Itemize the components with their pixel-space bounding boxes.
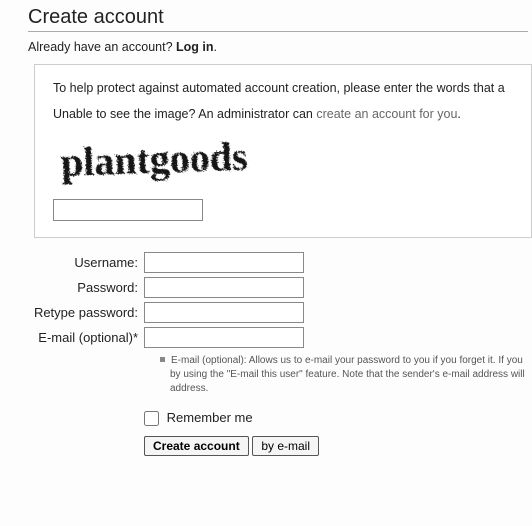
captcha-image: plantgoods [53, 133, 513, 191]
captcha-box: To help protect against automated accoun… [34, 64, 532, 238]
username-input[interactable] [144, 252, 304, 273]
page-title: Create account [28, 6, 528, 32]
password-label: Password: [28, 277, 144, 296]
already-suffix: . [214, 40, 217, 54]
email-hint-line-2: by using the "E-mail this user" feature.… [170, 368, 525, 382]
captcha-input[interactable] [53, 199, 203, 221]
remember-me-text: Remember me [167, 410, 253, 425]
password-input[interactable] [144, 277, 304, 298]
email-label: E-mail (optional)* [28, 327, 144, 346]
captcha-instruction-2: Unable to see the image? An administrato… [53, 107, 513, 121]
captcha-instruction-2-suffix: . [457, 107, 460, 121]
captcha-text: plantgoods [60, 133, 248, 184]
already-have-account: Already have an account? Log in. [28, 40, 532, 54]
by-email-button[interactable]: by e-mail [252, 436, 319, 456]
create-account-button[interactable]: Create account [144, 436, 249, 456]
email-hint-line-3: address. [170, 382, 525, 396]
admin-create-link[interactable]: create an account for you [316, 107, 457, 121]
username-label: Username: [28, 252, 144, 271]
email-hint: E-mail (optional): Allows us to e-mail y… [170, 354, 525, 396]
retype-password-input[interactable] [144, 302, 304, 323]
email-hint-line-1: E-mail (optional): Allows us to e-mail y… [171, 355, 523, 366]
retype-password-label: Retype password: [28, 302, 144, 321]
email-input[interactable] [144, 327, 304, 348]
remember-me-checkbox[interactable] [144, 411, 159, 426]
login-link[interactable]: Log in [176, 40, 214, 54]
remember-me-label[interactable]: Remember me [144, 410, 253, 425]
already-text: Already have an account? [28, 40, 176, 54]
bullet-icon [160, 357, 165, 362]
captcha-instruction-2-prefix: Unable to see the image? An administrato… [53, 107, 316, 121]
captcha-instruction-1: To help protect against automated accoun… [53, 81, 513, 95]
